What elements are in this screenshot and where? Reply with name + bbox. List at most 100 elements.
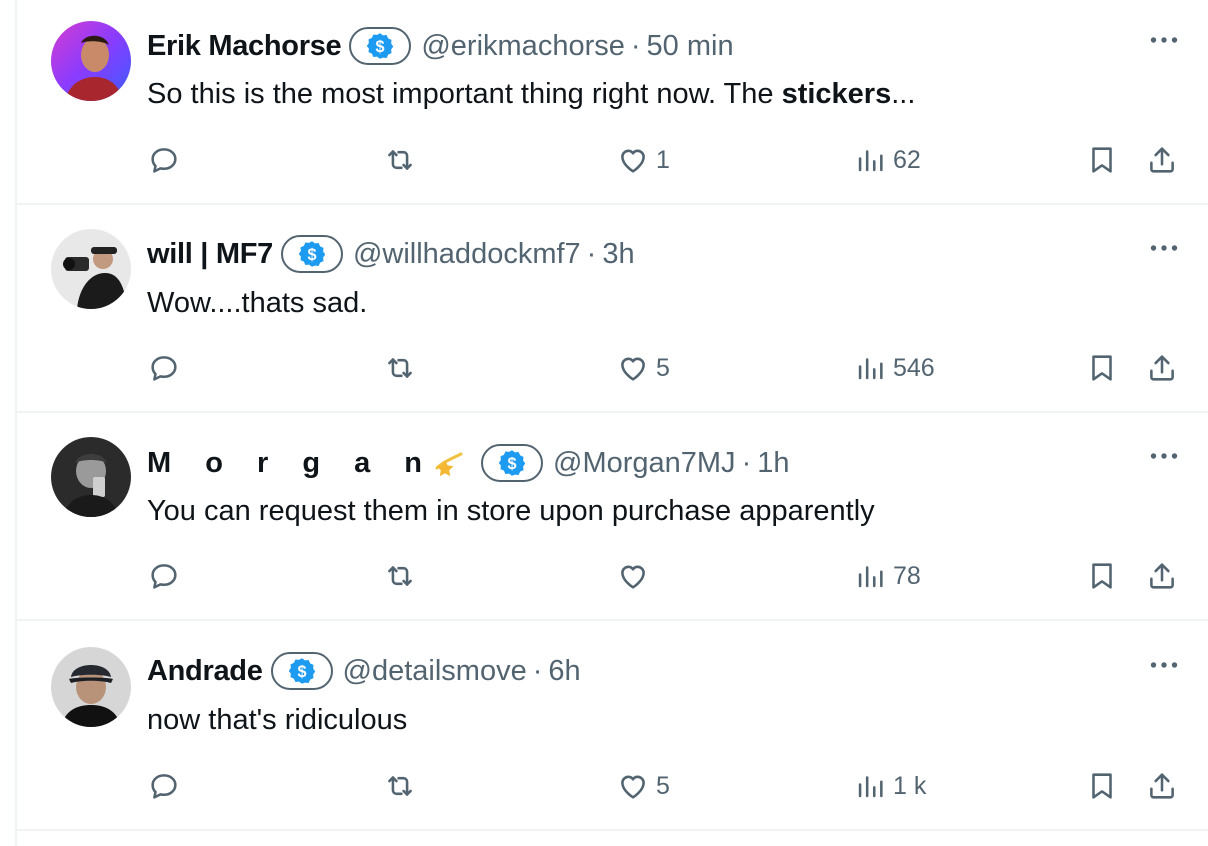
share-button[interactable] [1145,140,1179,180]
tweet-header: M o r g a n @Morgan7MJ · 1h [147,443,790,483]
tweet-header: Erik Machorse @erikmachorse · 50 min [147,26,734,66]
retweet-button[interactable] [383,766,417,806]
bookmark-icon [1085,143,1119,177]
bookmark-button[interactable] [1085,556,1119,596]
verified-badge-icon[interactable] [280,235,343,273]
verified-badge-icon[interactable] [270,652,333,690]
like-count: 5 [656,771,670,800]
share-icon [1145,559,1179,593]
views-chart-icon [853,351,887,385]
view-count: 62 [893,145,921,174]
user-handle[interactable]: @willhaddockmf7 [353,238,581,271]
avatar[interactable] [51,21,131,101]
views-chart-icon [853,769,887,803]
action-bar: 5 1 k [17,766,1208,806]
display-name[interactable]: Andrade [147,655,263,688]
retweet-button[interactable] [383,348,417,388]
view-count: 1 k [893,771,927,800]
tweet-text: now that's ridiculous [147,704,408,736]
display-name[interactable]: Erik Machorse [147,30,342,63]
views-button[interactable]: 546 [853,348,935,388]
reply-icon [147,559,181,593]
like-button[interactable]: 5 [616,766,670,806]
more-dots-icon[interactable] [1146,230,1182,266]
views-button[interactable]: 1 k [853,766,926,806]
more-dots-icon[interactable] [1146,647,1182,683]
tweet-text: You can request them in store upon purch… [147,495,875,527]
verified-badge-icon[interactable] [349,27,412,65]
bookmark-button[interactable] [1085,140,1119,180]
separator: · [630,29,641,62]
avatar[interactable] [51,647,131,727]
shooting-star-emoji-icon [431,446,465,480]
action-bar: 1 62 [17,140,1208,180]
timestamp[interactable]: 50 min [647,30,734,63]
avatar[interactable] [51,437,131,517]
heart-icon [616,351,650,385]
view-count: 546 [893,353,935,382]
display-name[interactable]: will | MF7 [147,238,273,271]
tweet-text-plain: So this is the most important thing righ… [147,78,782,110]
bookmark-button[interactable] [1085,348,1119,388]
like-button[interactable]: 1 [616,140,670,180]
retweet-icon [383,143,417,177]
retweet-button[interactable] [383,140,417,180]
more-dots-icon[interactable] [1146,438,1182,474]
reply-icon [147,769,181,803]
avatar[interactable] [51,229,131,309]
action-bar: 78 [17,556,1208,596]
display-name[interactable]: M o r g a n [147,447,435,480]
share-icon [1145,143,1179,177]
share-button[interactable] [1145,556,1179,596]
share-icon [1145,351,1179,385]
reply-button[interactable] [147,140,181,180]
views-button[interactable]: 62 [853,140,921,180]
tweet-header: will | MF7 @willhaddockmf7 · 3h [147,234,635,274]
separator: · [741,446,752,479]
like-button[interactable] [616,556,656,596]
separator: · [532,654,543,687]
separator: · [586,237,597,270]
like-button[interactable]: 5 [616,348,670,388]
user-handle[interactable]: @Morgan7MJ [553,447,736,480]
bookmark-button[interactable] [1085,766,1119,806]
reply-button[interactable] [147,766,181,806]
user-handle[interactable]: @detailsmove [343,655,527,688]
retweet-icon [383,559,417,593]
tweet-1[interactable]: Erik Machorse @erikmachorse · 50 min So … [17,0,1208,205]
heart-icon [616,559,650,593]
views-chart-icon [853,559,887,593]
bookmark-icon [1085,769,1119,803]
retweet-icon [383,769,417,803]
tweet-text: So this is the most important thing righ… [147,78,915,111]
more-dots-icon[interactable] [1146,22,1182,58]
timestamp[interactable]: 1h [757,447,789,480]
retweet-button[interactable] [383,556,417,596]
timestamp[interactable]: 3h [602,238,634,271]
reply-icon [147,351,181,385]
view-count: 78 [893,561,921,590]
bookmark-icon [1085,351,1119,385]
reply-button[interactable] [147,556,181,596]
timestamp[interactable]: 6h [548,655,580,688]
share-button[interactable] [1145,766,1179,806]
views-button[interactable]: 78 [853,556,921,596]
tweet-2[interactable]: will | MF7 @willhaddockmf7 · 3h Wow....t… [17,205,1208,413]
bookmark-icon [1085,559,1119,593]
share-icon [1145,769,1179,803]
user-handle[interactable]: @erikmachorse [421,30,625,63]
tweet-text: Wow....thats sad. [147,287,368,319]
reply-button[interactable] [147,348,181,388]
action-bar: 5 546 [17,348,1208,388]
heart-icon [616,143,650,177]
verified-badge-icon[interactable] [481,444,543,482]
like-count: 5 [656,353,670,382]
heart-icon [616,769,650,803]
tweet-4[interactable]: Andrade @detailsmove · 6h now that's rid… [17,621,1208,831]
tweet-text-ellipsis: ... [891,78,916,110]
share-button[interactable] [1145,348,1179,388]
reply-icon [147,143,181,177]
tweet-3[interactable]: M o r g a n @Morgan7MJ · 1h You can requ… [17,413,1208,621]
like-count: 1 [656,145,670,174]
tweet-header: Andrade @detailsmove · 6h [147,651,581,691]
